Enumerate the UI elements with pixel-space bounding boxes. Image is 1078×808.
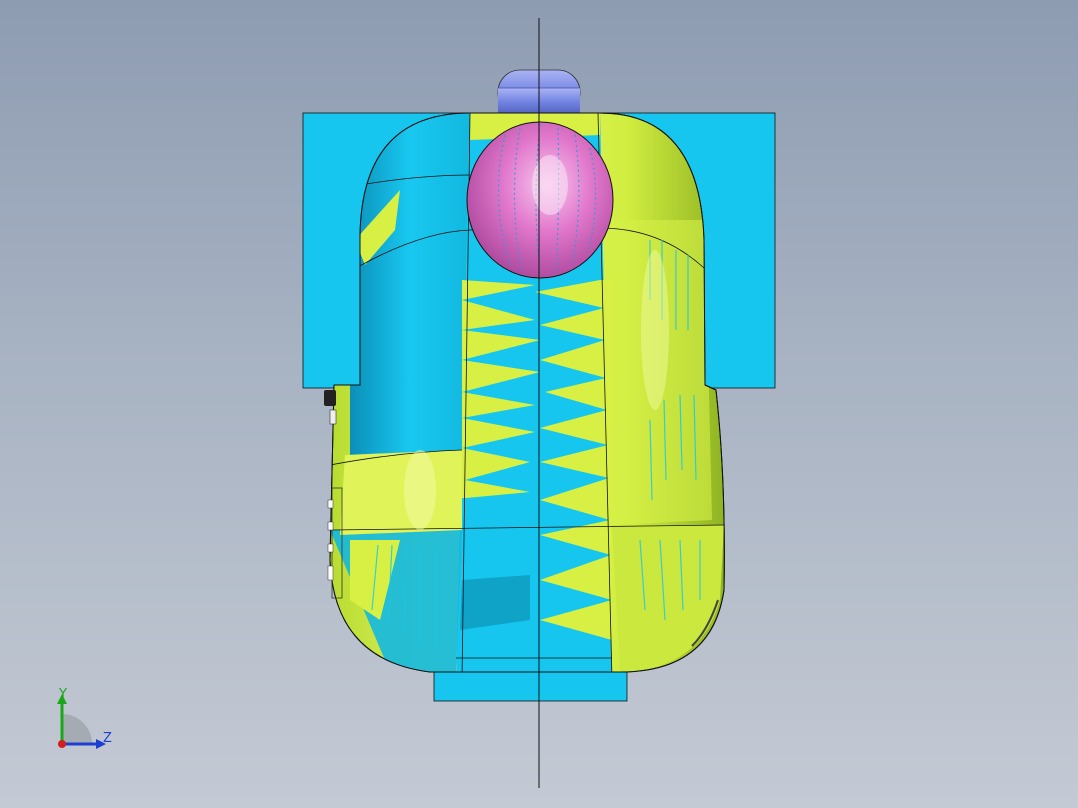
x-axis-dot — [58, 740, 66, 748]
orientation-triad[interactable]: Y Z — [40, 680, 130, 770]
triad-graphic — [57, 694, 106, 749]
model-view[interactable] — [0, 0, 1078, 808]
triad-z-label: Z — [103, 731, 112, 746]
triad-y-label: Y — [59, 687, 67, 702]
cad-viewport[interactable]: Y Z — [0, 0, 1078, 808]
magenta-sphere[interactable] — [466, 121, 614, 279]
triad-plane — [62, 714, 92, 744]
